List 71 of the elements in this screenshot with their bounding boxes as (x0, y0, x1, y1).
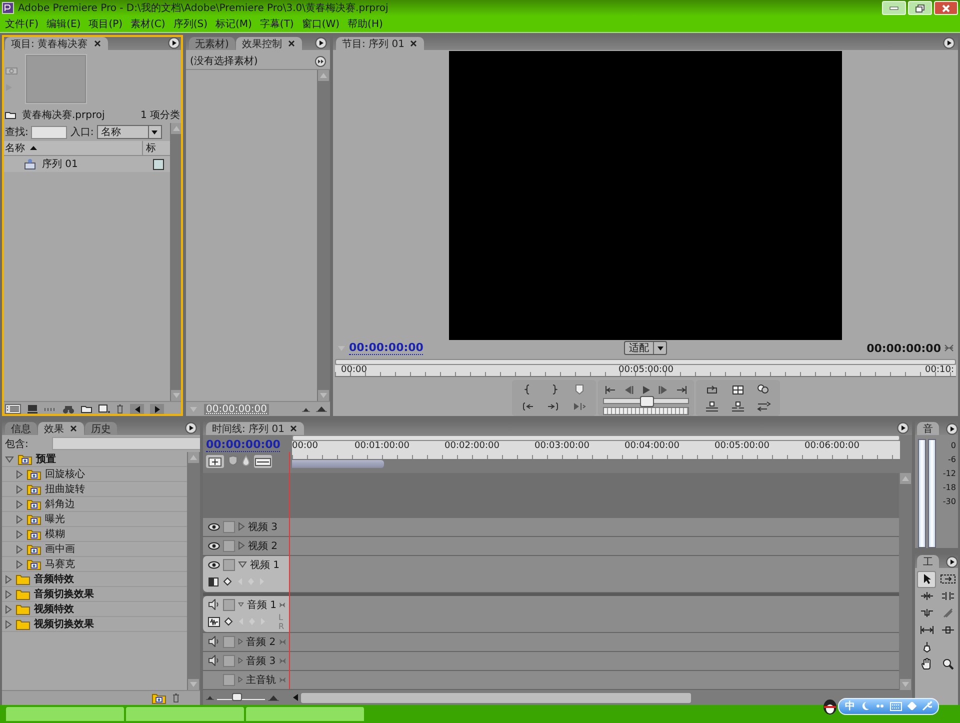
tree-item[interactable]: 回旋核心 (45, 467, 85, 481)
track-name: 音频 1 (246, 598, 276, 612)
menu-item[interactable]: 编辑(E) (42, 17, 85, 31)
scale-label: -30 (942, 497, 956, 506)
find-label: 查找: (5, 126, 28, 139)
timecode: 00:00:00:00 (204, 404, 270, 414)
tree-item[interactable]: 画中画 (45, 542, 75, 556)
tree-item[interactable]: 视频特效 (34, 602, 74, 616)
ruler-label: 00:06:00:00 (804, 441, 860, 453)
ruler-label: 00:10: (925, 364, 954, 376)
zoom-dropdown[interactable]: 适配 (624, 341, 667, 356)
channel-label: L (278, 612, 284, 622)
entry-label: 入口: (70, 126, 94, 139)
track-name: 视频 2 (248, 540, 279, 552)
panel-tab[interactable]: 信息 (5, 422, 37, 435)
menu-item[interactable]: 窗口(W) (298, 17, 344, 31)
ruler-label: 00:02:00:00 (444, 441, 500, 453)
ruler-label: 00:04:00:00 (624, 441, 680, 453)
track-name: 主音轨 (246, 674, 276, 686)
tree-item[interactable]: 预置 (36, 452, 56, 466)
panel-tab[interactable]: 效果控制 (236, 37, 302, 50)
menu-item[interactable]: 标记(M) (211, 17, 256, 31)
scale-label: -18 (942, 483, 956, 492)
menu-item[interactable]: 素材(C) (126, 17, 170, 31)
menu-item[interactable]: 字幕(T) (256, 17, 298, 31)
panel-tab[interactable]: 时间线: 序列 01 (206, 422, 304, 435)
tree-item[interactable]: 模糊 (45, 527, 65, 541)
scale-label: 0 (950, 441, 956, 450)
project-file-name: 黄春梅决赛.prproj (22, 108, 106, 122)
tree-item[interactable]: 音频切换效果 (34, 587, 94, 601)
panel-tab[interactable]: 历史 (85, 422, 117, 435)
menu-item[interactable]: 项目(P) (84, 17, 127, 31)
panel-tab[interactable]: 无素材) (189, 37, 235, 50)
panel-tab[interactable]: 工 (917, 555, 939, 568)
channel-label: R (278, 622, 284, 630)
track-name: 视频 3 (248, 520, 279, 534)
duration-timecode: 00:00:00:00 (866, 342, 941, 355)
item-name[interactable]: 序列 01 (42, 157, 78, 171)
tree-item[interactable]: 视频切换效果 (34, 617, 94, 631)
ruler-label: 00:00 (341, 364, 367, 376)
panel-tab[interactable]: 音 (917, 422, 939, 435)
entry-dropdown[interactable]: 名称 (96, 125, 162, 139)
tree-item[interactable]: 音频特效 (34, 572, 74, 586)
track-name: 音频 3 (246, 654, 276, 668)
ruler-label: 00:05:00:00 (618, 364, 674, 376)
ruler-label: 00:05:00:00 (714, 441, 770, 453)
ruler-label: 00:01:00:00 (354, 441, 410, 453)
panel-tab[interactable]: 项目: 黄春梅决赛 (5, 37, 108, 50)
track-name: 音频 2 (246, 636, 276, 648)
ruler-label: 00:03:00:00 (534, 441, 590, 453)
menu-item[interactable]: 序列(S) (169, 17, 212, 31)
track-name: 视频 1 (250, 558, 281, 572)
item-count: 1 项分类 (140, 108, 180, 122)
tree-item[interactable]: 曝光 (45, 512, 65, 526)
panel-tab[interactable]: 效果 (38, 422, 84, 435)
time-ruler[interactable]: 00:00 00:01:00:00 00:02:00:00 00:03:00:00 00:04:00:00 00:05:00:00 00:06:00:00 (292, 441, 900, 460)
scale-label: -12 (942, 469, 956, 478)
menu-item[interactable]: 帮助(H) (344, 17, 387, 31)
window-title: Adobe Premiere Pro - D:\我的文档\Adobe\Premiere Pro\3.0\黄春梅决赛.prproj (18, 2, 390, 15)
column-header[interactable]: 名称 (5, 141, 25, 155)
current-timecode[interactable]: 00:00:00:00 (349, 341, 424, 356)
ruler-label: 00:00 (292, 441, 319, 453)
tree-item[interactable]: 扭曲旋转 (45, 482, 85, 496)
panel-tab[interactable]: 节目: 序列 01 (336, 37, 424, 50)
tree-item[interactable]: 斜角边 (45, 497, 75, 511)
status-message: (没有选择素材) (190, 54, 258, 68)
scale-label: -6 (948, 455, 956, 464)
contains-label: 包含: (5, 438, 28, 450)
tree-item[interactable]: 马赛克 (45, 557, 75, 571)
time-ruler[interactable]: 00:00 00:05:00:00 00:10: (335, 364, 956, 377)
menu-item[interactable]: 文件(F) (1, 17, 43, 31)
